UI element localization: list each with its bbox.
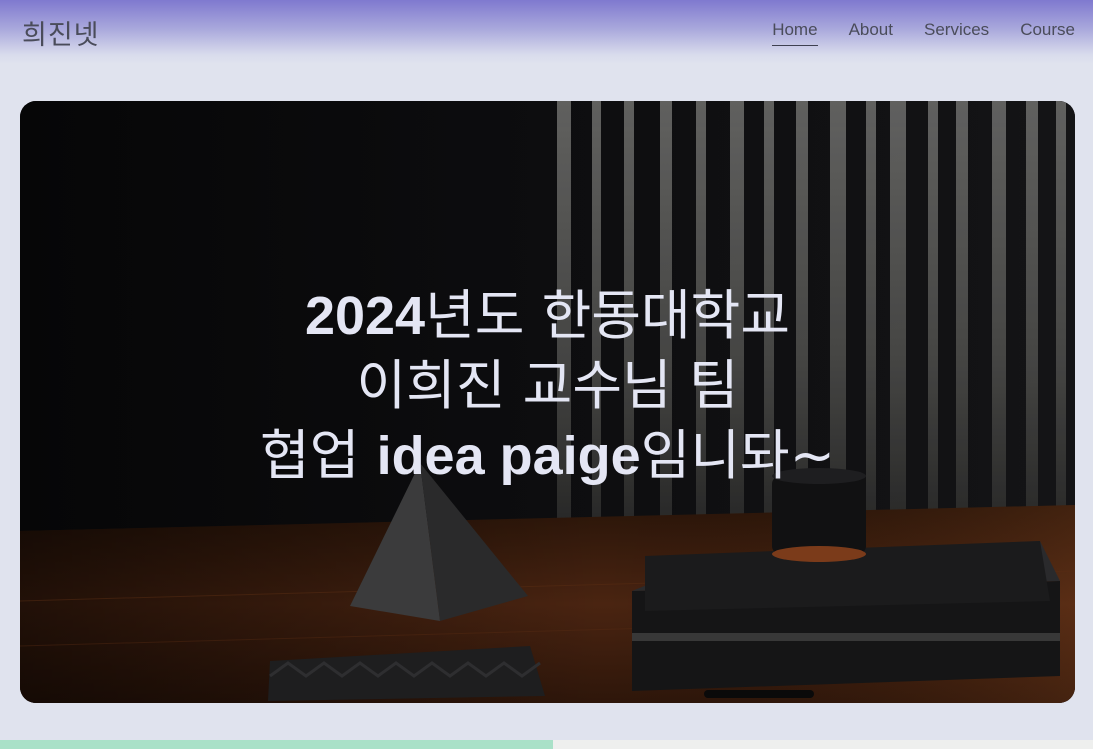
nav-link-about[interactable]: About: [849, 20, 893, 46]
nav-link-home[interactable]: Home: [772, 20, 818, 46]
nav-link-services[interactable]: Services: [924, 20, 989, 46]
hero-title-line-1-text: 년도 한동대학교: [425, 284, 791, 347]
hero-title-line-3: 협업 idea paige임니돠~: [20, 421, 1075, 491]
hero-title-idea-paige: idea paige: [376, 426, 641, 486]
hero-title-line-1: 2024년도 한동대학교: [20, 281, 1075, 351]
hero-title: 2024년도 한동대학교 이희진 교수님 팀 협업 idea paige임니돠~: [20, 281, 1075, 491]
next-section-left-edge: [0, 740, 553, 749]
hero-title-line-3-start: 협업: [260, 424, 377, 487]
next-section-right-edge: [553, 740, 1093, 749]
hero-title-line-2: 이희진 교수님 팀: [356, 354, 739, 417]
main-nav: Home About Services Course: [772, 20, 1075, 46]
nav-link-course[interactable]: Course: [1020, 20, 1075, 46]
top-navbar: 희진넷 Home About Services Course: [0, 0, 1093, 64]
hero-title-year: 2024: [304, 286, 426, 346]
hero-title-line-3-end: 임니돠~: [640, 424, 835, 487]
hero-banner: 2024년도 한동대학교 이희진 교수님 팀 협업 idea paige임니돠~: [20, 101, 1075, 703]
brand-logo[interactable]: 희진넷: [22, 13, 100, 52]
